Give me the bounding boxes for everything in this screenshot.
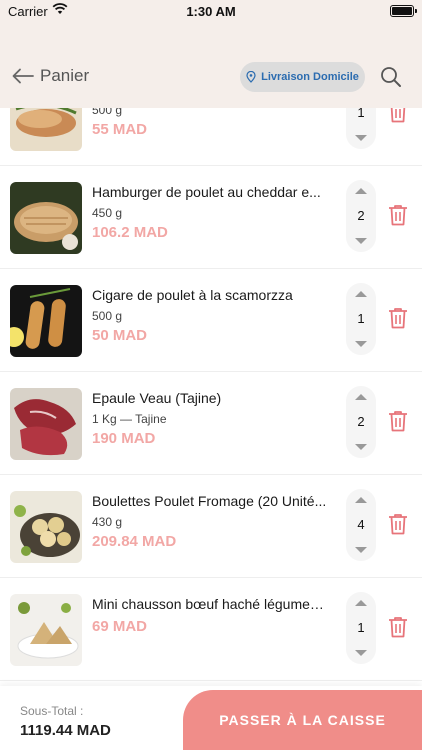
product-image: [10, 594, 82, 666]
quantity-stepper[interactable]: 4: [346, 489, 376, 561]
trash-icon: [389, 205, 407, 226]
trash-icon: [389, 617, 407, 638]
search-button[interactable]: [380, 66, 402, 93]
header: Panier Livraison Domicile: [0, 24, 422, 108]
product-weight: 500 g: [92, 309, 123, 323]
product-weight: 1 Kg — Tajine: [92, 412, 167, 426]
battery-icon: [390, 5, 417, 17]
cart-item: Boulettes Poulet Fromage (20 Unité... 43…: [0, 475, 422, 578]
checkout-label: PASSER À LA CAISSE: [219, 712, 386, 728]
back-button[interactable]: Panier: [12, 66, 89, 86]
increase-button[interactable]: [355, 394, 367, 400]
decrease-button[interactable]: [355, 547, 367, 553]
decrease-button[interactable]: [355, 341, 367, 347]
quantity-stepper[interactable]: 2: [346, 180, 376, 252]
clock: 1:30 AM: [186, 4, 236, 19]
delivery-mode-button[interactable]: Livraison Domicile: [240, 62, 365, 92]
quantity-stepper[interactable]: 1: [346, 592, 376, 664]
product-image: [10, 285, 82, 357]
decrease-button[interactable]: [355, 135, 367, 141]
product-price: 209.84 MAD: [92, 533, 177, 550]
cart-list: 500 g 55 MAD 1 Hamburger de poulet au ch…: [0, 108, 422, 686]
quantity-value: 4: [357, 517, 365, 532]
cart-item: 500 g 55 MAD 1: [0, 108, 422, 166]
product-name: Cigare de poulet à la scamorzza: [92, 287, 293, 303]
product-image: [10, 182, 82, 254]
quantity-value: 2: [357, 208, 365, 223]
product-image: [10, 388, 82, 460]
cart-footer: Sous-Total : 1119.44 MAD PASSER À LA CAI…: [0, 686, 422, 750]
product-image: [10, 491, 82, 563]
delete-button[interactable]: [388, 108, 408, 128]
cart-item: Mini chausson bœuf haché légumes... 69 M…: [0, 578, 422, 681]
product-weight: 430 g: [92, 515, 123, 529]
delete-button[interactable]: [388, 616, 408, 643]
product-name: Epaule Veau (Tajine): [92, 390, 222, 406]
product-price: 55 MAD: [92, 121, 148, 138]
delete-button[interactable]: [388, 410, 408, 437]
quantity-value: 2: [357, 414, 365, 429]
page-title: Panier: [40, 66, 90, 85]
product-price: 50 MAD: [92, 327, 148, 344]
quantity-stepper[interactable]: 2: [346, 386, 376, 458]
trash-icon: [389, 308, 407, 329]
product-weight: 500 g: [92, 108, 123, 117]
delete-button[interactable]: [388, 307, 408, 334]
quantity-stepper[interactable]: 1: [346, 108, 376, 149]
trash-icon: [389, 514, 407, 535]
search-icon: [381, 67, 401, 87]
product-price: 69 MAD: [92, 618, 148, 635]
delete-button[interactable]: [388, 204, 408, 231]
product-name: Boulettes Poulet Fromage (20 Unité...: [92, 493, 327, 509]
increase-button[interactable]: [355, 291, 367, 297]
delivery-mode-label: Livraison Domicile: [261, 71, 359, 83]
cart-item: Epaule Veau (Tajine) 1 Kg — Tajine 190 M…: [0, 372, 422, 475]
increase-button[interactable]: [355, 497, 367, 503]
subtotal-label: Sous-Total :: [20, 704, 84, 718]
cart-item: Hamburger de poulet au cheddar e... 450 …: [0, 166, 422, 269]
quantity-value: 1: [357, 620, 365, 635]
arrow-left-icon: [12, 68, 34, 84]
checkout-button[interactable]: PASSER À LA CAISSE: [183, 690, 422, 750]
trash-icon: [390, 108, 406, 123]
product-name: Hamburger de poulet au cheddar e...: [92, 184, 321, 200]
product-price: 106.2 MAD: [92, 224, 168, 241]
quantity-value: 1: [357, 108, 365, 120]
product-image: [10, 108, 82, 151]
location-pin-icon: [246, 71, 256, 83]
decrease-button[interactable]: [355, 444, 367, 450]
product-price: 190 MAD: [92, 430, 156, 447]
decrease-button[interactable]: [355, 650, 367, 656]
increase-button[interactable]: [355, 188, 367, 194]
quantity-stepper[interactable]: 1: [346, 283, 376, 355]
increase-button[interactable]: [355, 600, 367, 606]
quantity-value: 1: [357, 311, 365, 326]
product-name: Mini chausson bœuf haché légumes...: [92, 596, 328, 612]
decrease-button[interactable]: [355, 238, 367, 244]
status-bar: Carrier 1:30 AM: [0, 0, 422, 24]
delete-button[interactable]: [388, 513, 408, 540]
trash-icon: [389, 411, 407, 432]
subtotal-value: 1119.44 MAD: [20, 722, 111, 739]
product-weight: 450 g: [92, 206, 123, 220]
cart-item: Cigare de poulet à la scamorzza 500 g 50…: [0, 269, 422, 372]
